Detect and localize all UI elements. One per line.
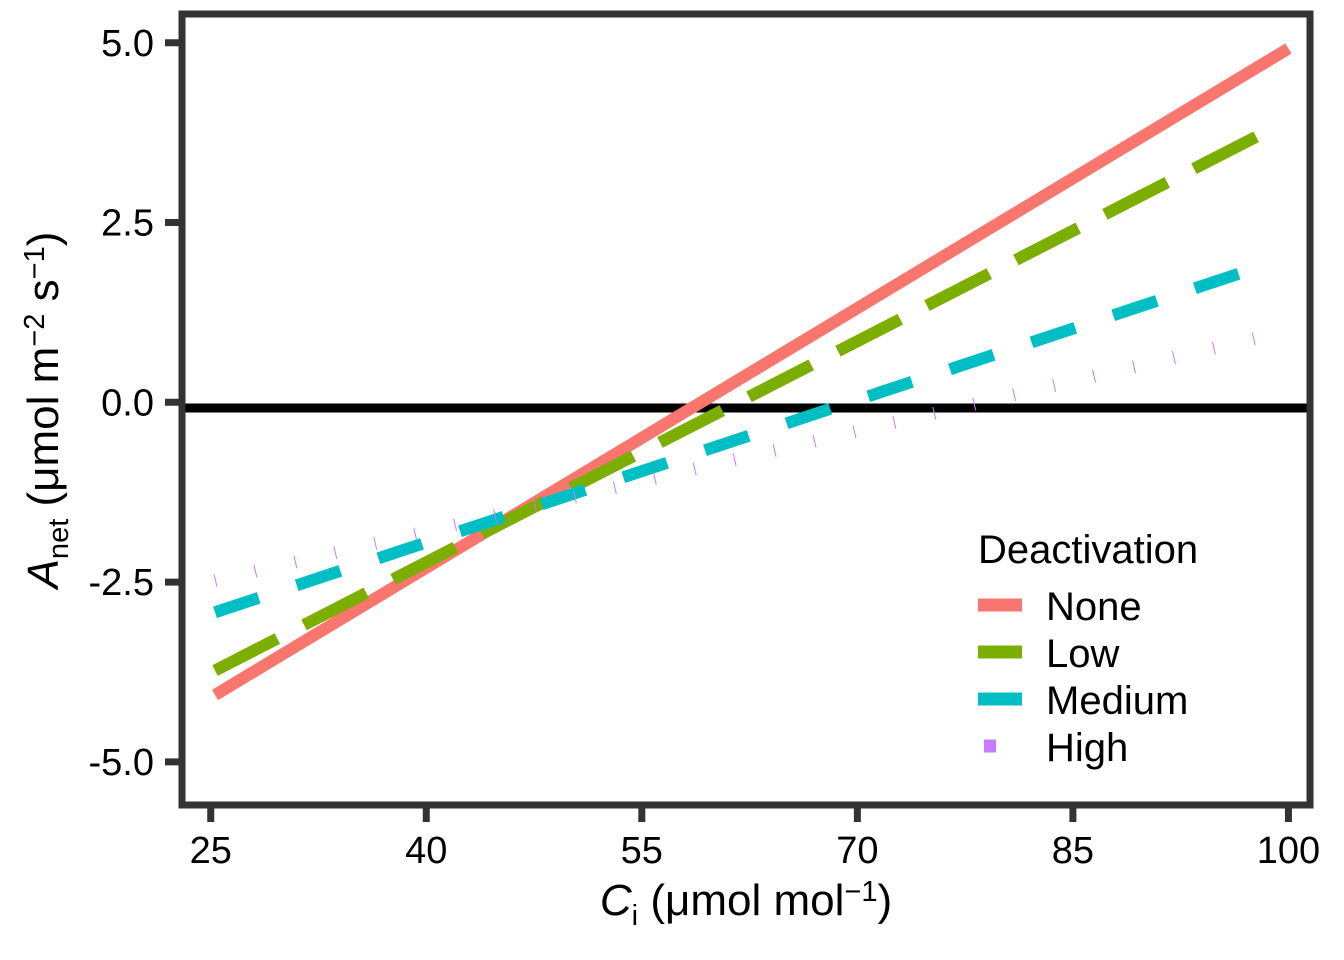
x-tick-label: 70 <box>836 830 878 872</box>
y-axis-title-mid: s <box>19 279 68 313</box>
x-tick-label: 25 <box>190 830 232 872</box>
y-tick-label: 0.0 <box>101 382 154 424</box>
y-tick-label: -2.5 <box>89 562 154 604</box>
x-tick-label: 85 <box>1052 830 1094 872</box>
x-tick-label: 40 <box>405 830 447 872</box>
x-axis-title-superscript: −1 <box>844 876 877 908</box>
y-axis-title-subscript: net <box>43 519 75 559</box>
x-axis-title-unit-close: ) <box>877 876 892 925</box>
legend-label-medium: Medium <box>1046 679 1188 723</box>
y-tick-label: 2.5 <box>101 203 154 245</box>
legend-label-high: High <box>1046 726 1128 770</box>
y-axis-title-unit-open: (μmol m <box>19 347 68 519</box>
y-tick-label: 5.0 <box>101 23 154 65</box>
y-axis-title-superscript-2: −1 <box>19 246 51 279</box>
y-axis-title-base: A <box>19 559 68 591</box>
x-axis-title-unit-open: (μmol mol <box>638 876 844 925</box>
legend-label-none: None <box>1046 585 1142 629</box>
legend-title: Deactivation <box>978 528 1198 572</box>
y-axis-title-superscript-1: −2 <box>19 314 51 347</box>
y-tick-label: -5.0 <box>89 742 154 784</box>
x-tick-label: 55 <box>621 830 663 872</box>
chart-figure: 25 40 55 70 85 100 5.0 2.5 0.0 -2.5 -5.0 Ci (μmol… <box>0 0 1344 960</box>
x-tick-label: 100 <box>1257 830 1320 872</box>
x-axis-title-base: C <box>600 876 633 925</box>
chart-svg: 25 40 55 70 85 100 5.02.50.0-2.5-5.0 Ci (μmol… <box>0 0 1344 960</box>
y-axis-title-unit-close: ) <box>19 232 68 247</box>
legend-label-low: Low <box>1046 632 1119 676</box>
